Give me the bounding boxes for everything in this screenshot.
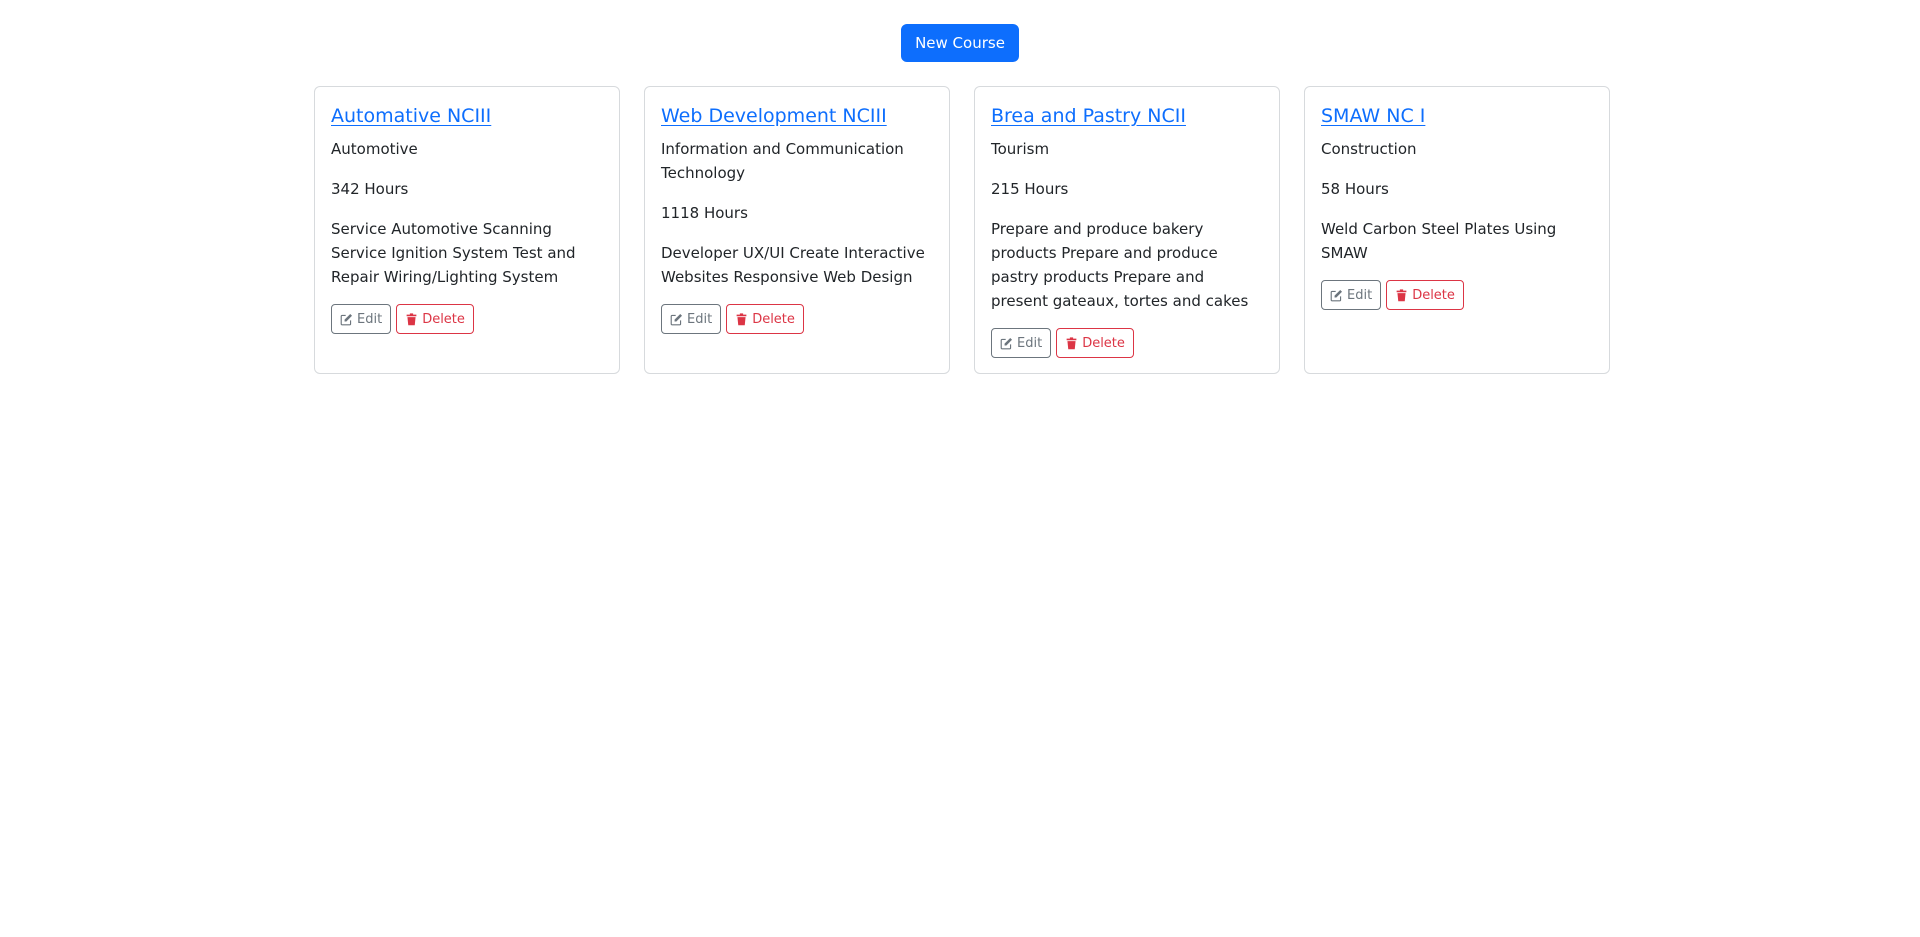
card-actions: Edit Delete [1321, 280, 1593, 310]
course-card-grid: Automative NCIII Automotive 342 Hours Se… [314, 86, 1614, 374]
page: New Course Automative NCIII Automotive 3… [0, 0, 1920, 937]
course-card: Web Development NCIII Information and Co… [644, 86, 950, 374]
course-description: Service Automotive Scanning Service Igni… [331, 220, 576, 286]
edit-icon [1000, 337, 1013, 350]
edit-label: Edit [1017, 335, 1043, 351]
edit-button[interactable]: Edit [331, 304, 392, 334]
card-actions: Edit Delete [331, 304, 603, 334]
edit-icon [670, 313, 683, 326]
delete-label: Delete [1412, 287, 1455, 303]
delete-button[interactable]: Delete [1386, 280, 1464, 310]
toolbar: New Course [0, 24, 1920, 62]
course-sector: Information and Communication Technology [661, 140, 904, 182]
course-title-link[interactable]: SMAW NC I [1321, 103, 1593, 129]
delete-button[interactable]: Delete [726, 304, 804, 334]
course-sector: Construction [1321, 140, 1417, 158]
edit-icon [1330, 289, 1343, 302]
course-hours: 58 Hours [1321, 180, 1389, 198]
card-actions: Edit Delete [991, 328, 1263, 358]
trash-icon [1395, 288, 1408, 302]
course-card: Automative NCIII Automotive 342 Hours Se… [314, 86, 620, 374]
course-hours: 342 Hours [331, 180, 409, 198]
course-description: Weld Carbon Steel Plates Using SMAW [1321, 220, 1557, 262]
delete-label: Delete [1082, 335, 1125, 351]
delete-label: Delete [422, 311, 465, 327]
edit-button[interactable]: Edit [991, 328, 1052, 358]
course-description: Developer UX/UI Create Interactive Websi… [661, 244, 925, 286]
course-card: SMAW NC I Construction 58 Hours Weld Car… [1304, 86, 1610, 374]
course-card: Brea and Pastry NCII Tourism 215 Hours P… [974, 86, 1280, 374]
course-description: Prepare and produce bakery products Prep… [991, 220, 1249, 310]
delete-button[interactable]: Delete [1056, 328, 1134, 358]
card-actions: Edit Delete [661, 304, 933, 334]
course-hours: 1118 Hours [661, 204, 748, 222]
course-title-link[interactable]: Automative NCIII [331, 103, 603, 129]
trash-icon [735, 312, 748, 326]
edit-label: Edit [1347, 287, 1373, 303]
course-title-link[interactable]: Brea and Pastry NCII [991, 103, 1263, 129]
edit-label: Edit [357, 311, 383, 327]
new-course-button[interactable]: New Course [901, 24, 1019, 62]
course-hours: 215 Hours [991, 180, 1069, 198]
course-title-link[interactable]: Web Development NCIII [661, 103, 933, 129]
course-sector: Automotive [331, 140, 418, 158]
course-sector: Tourism [991, 140, 1050, 158]
delete-label: Delete [752, 311, 795, 327]
edit-label: Edit [687, 311, 713, 327]
edit-button[interactable]: Edit [661, 304, 722, 334]
delete-button[interactable]: Delete [396, 304, 474, 334]
trash-icon [405, 312, 418, 326]
edit-icon [340, 313, 353, 326]
edit-button[interactable]: Edit [1321, 280, 1382, 310]
trash-icon [1065, 336, 1078, 350]
